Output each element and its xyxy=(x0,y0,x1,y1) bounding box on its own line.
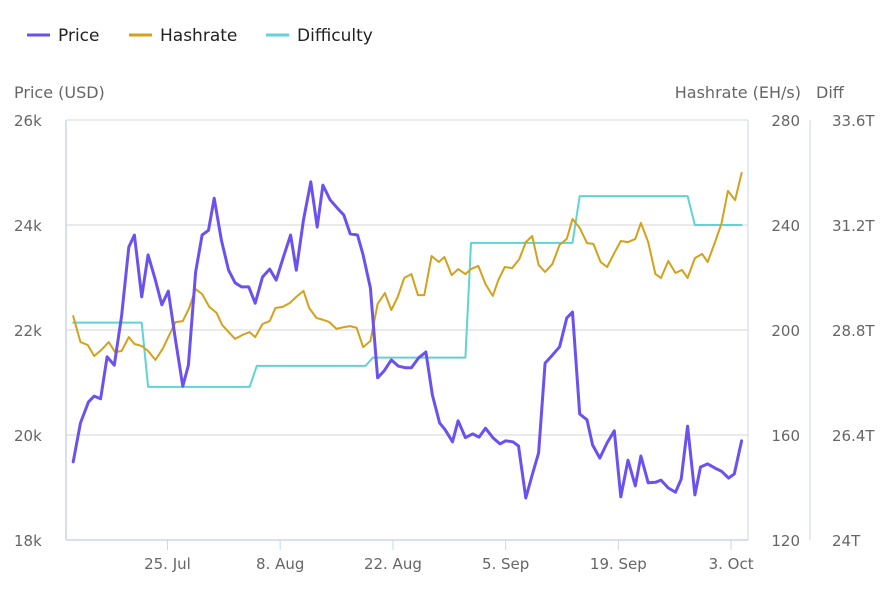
legend-item-hashrate[interactable]: Hashrate xyxy=(129,26,237,46)
hashrate-tick-label: 200 xyxy=(771,322,800,340)
legend-item-price[interactable]: Price xyxy=(27,26,99,46)
hashrate-tick-label: 160 xyxy=(771,427,800,445)
difficulty-axis: 24T 26.4T 28.8T 31.2T 33.6T xyxy=(832,112,875,550)
legend-label-difficulty: Difficulty xyxy=(297,26,373,46)
x-tick-label: 22. Aug xyxy=(364,555,422,573)
difficulty-tick-label: 33.6T xyxy=(832,112,875,130)
x-tick-label: 8. Aug xyxy=(256,555,304,573)
price-tick-label: 24k xyxy=(14,217,42,235)
x-tick-label: 5. Sep xyxy=(482,555,529,573)
x-tick-label: 25. Jul xyxy=(144,555,191,573)
legend: Price Hashrate Difficulty xyxy=(27,26,373,46)
x-tick-label: 19. Sep xyxy=(590,555,647,573)
series-layer xyxy=(71,172,744,500)
price-tick-label: 20k xyxy=(14,427,42,445)
difficulty-tick-label: 31.2T xyxy=(832,217,875,235)
price-tick-label: 18k xyxy=(14,532,42,550)
price-axis: 18k 20k 22k 24k 26k xyxy=(14,112,42,550)
difficulty-tick-label: 26.4T xyxy=(832,427,875,445)
hashrate-tick-label: 120 xyxy=(771,532,800,550)
hashrate-tick-label: 280 xyxy=(771,112,800,130)
difficulty-tick-label: 28.8T xyxy=(832,322,875,340)
legend-item-difficulty[interactable]: Difficulty xyxy=(266,26,373,46)
chart: Price Hashrate Difficulty Price (USD) Ha… xyxy=(14,26,875,573)
price-tick-label: 26k xyxy=(14,112,42,130)
series-line-price xyxy=(71,180,744,500)
difficulty-axis-title: Diff xyxy=(816,83,845,102)
price-tick-label: 22k xyxy=(14,322,42,340)
x-tick-label: 3. Oct xyxy=(709,555,754,573)
legend-label-hashrate: Hashrate xyxy=(160,26,237,46)
hashrate-axis-title: Hashrate (EH/s) xyxy=(675,83,801,102)
hashrate-axis: 120 160 200 240 280 xyxy=(771,112,800,550)
price-axis-title: Price (USD) xyxy=(14,83,105,102)
x-axis: 25. Jul 8. Aug 22. Aug 5. Sep 19. Sep 3. Oct xyxy=(144,540,754,573)
legend-label-price: Price xyxy=(58,26,99,46)
hashrate-tick-label: 240 xyxy=(771,217,800,235)
difficulty-tick-label: 24T xyxy=(832,532,861,550)
